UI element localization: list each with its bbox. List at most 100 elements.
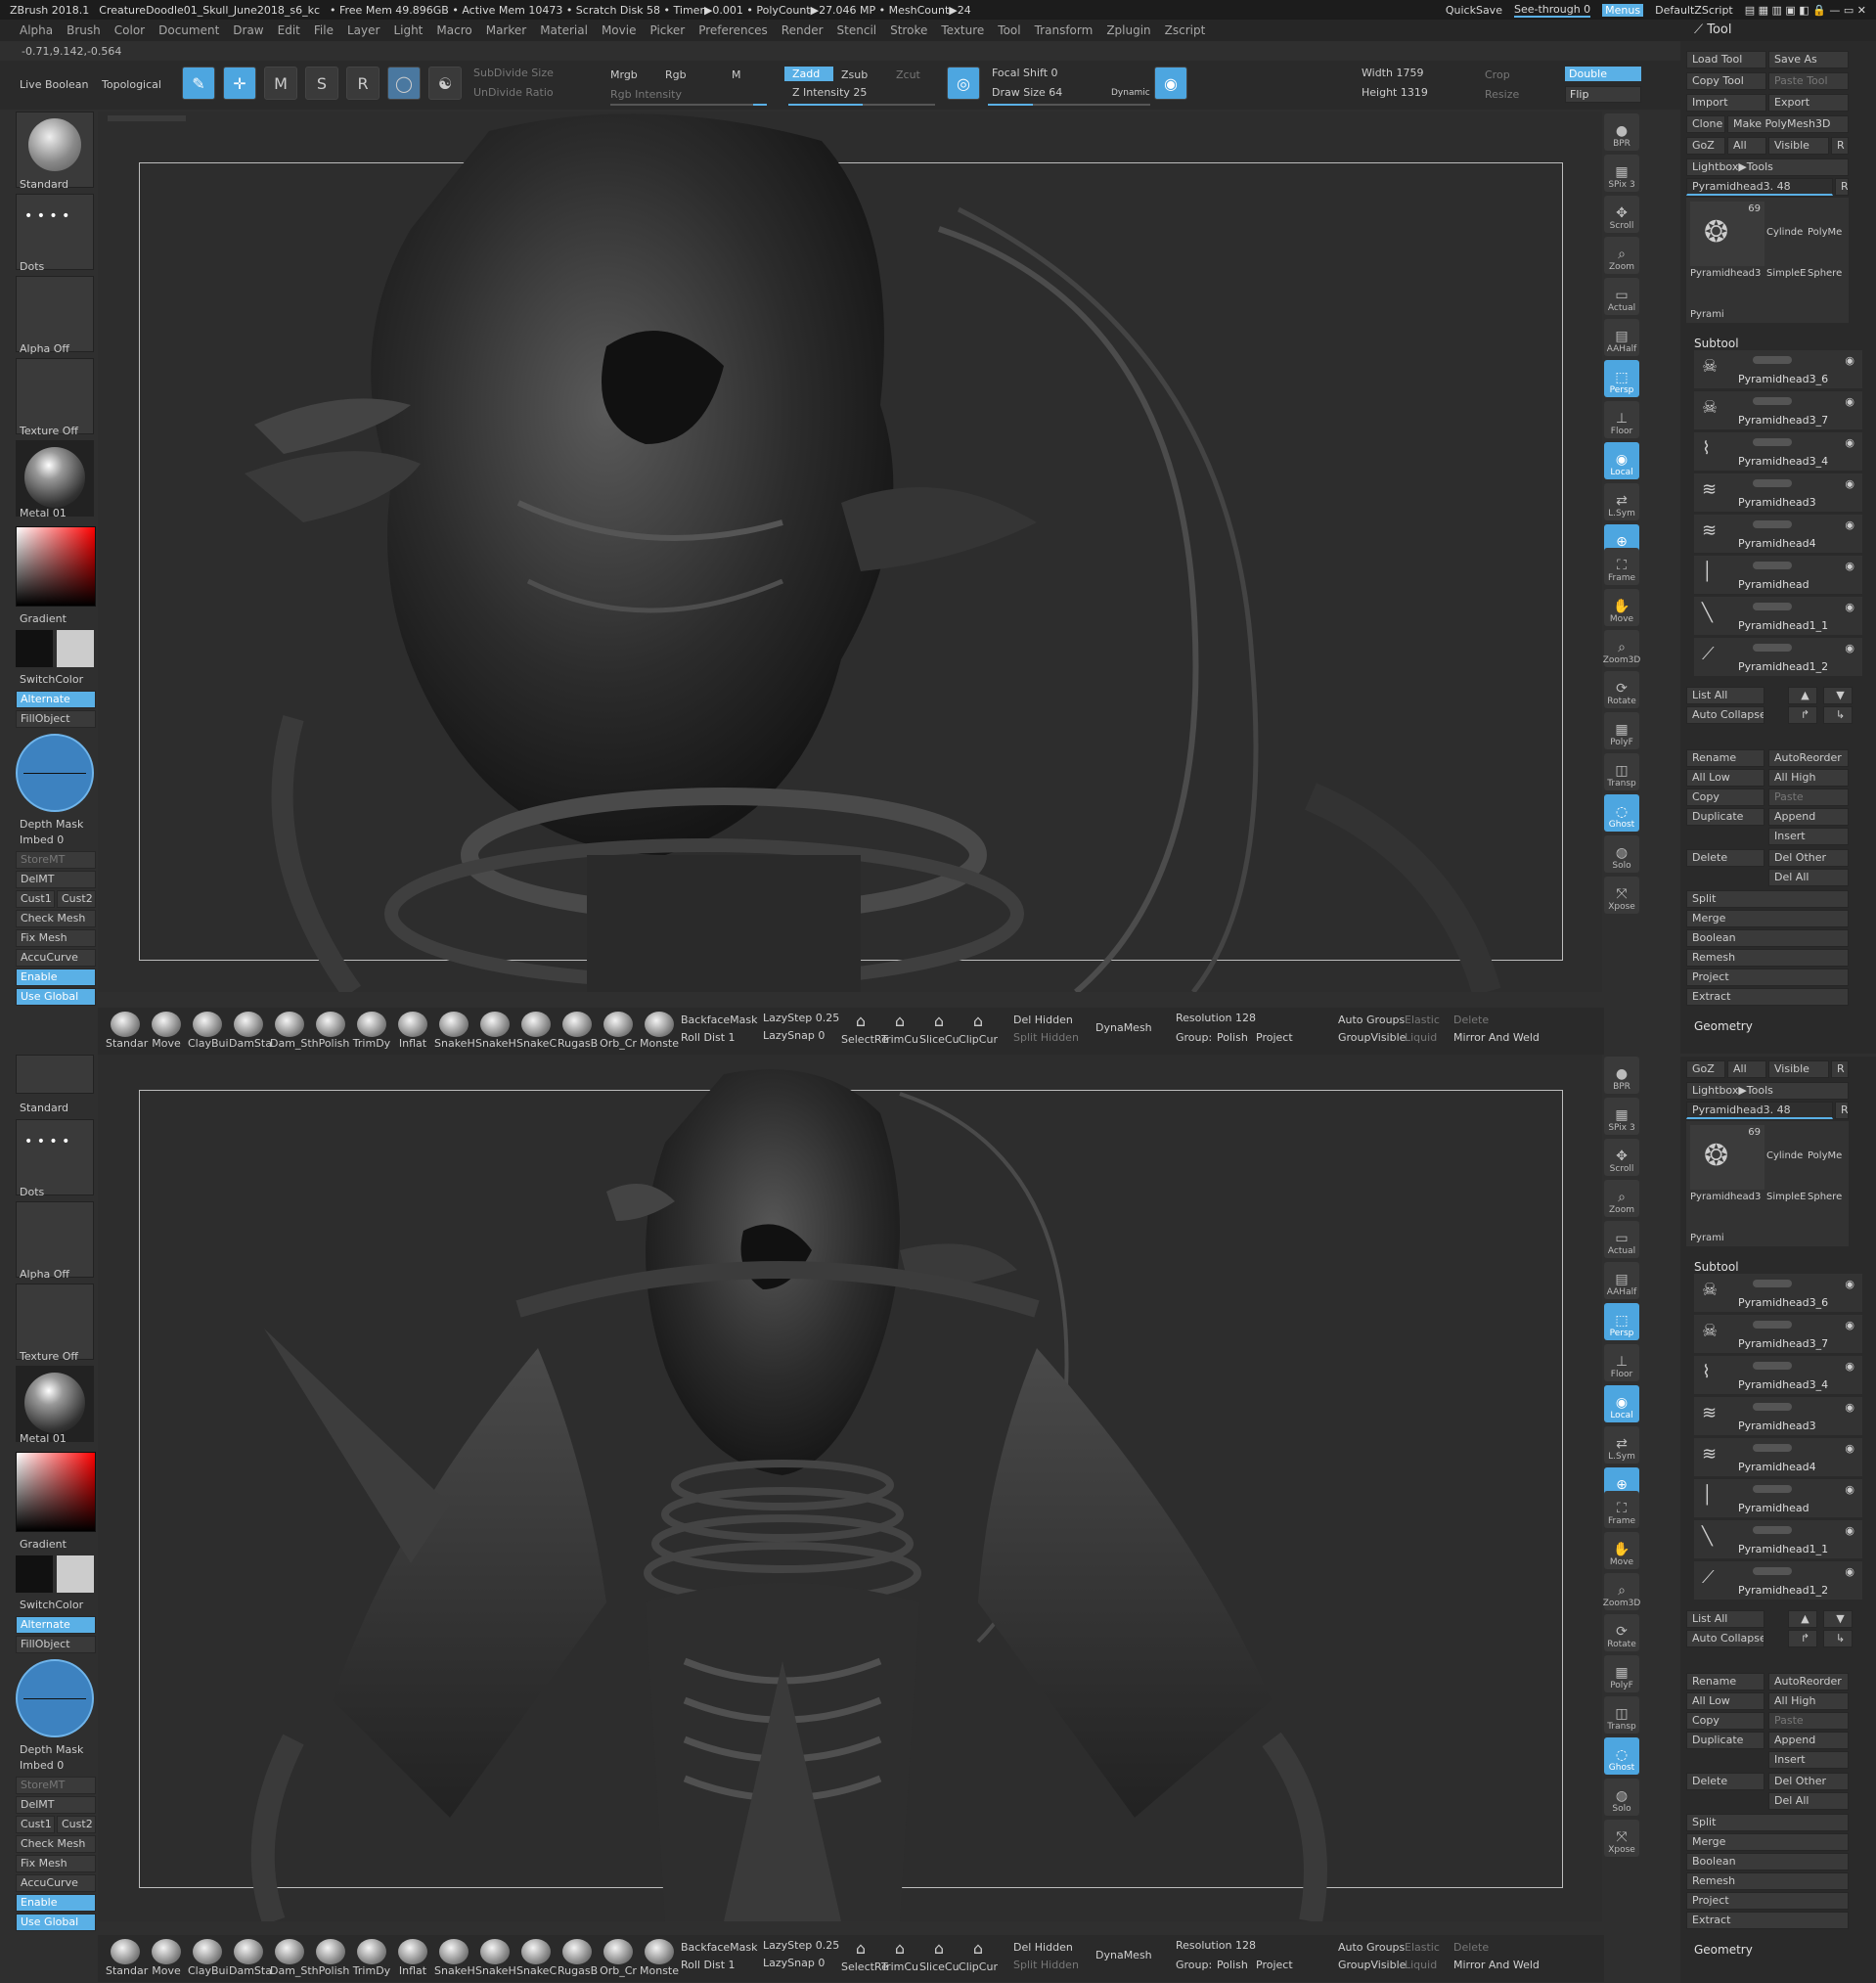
nav-spix3-2[interactable]: ▦ SPix 3 <box>1604 1098 1639 1135</box>
thumb-label-3[interactable]: SimpleE <box>1766 268 1806 279</box>
zsub-button[interactable]: Zsub <box>841 68 868 81</box>
del-hidden-button[interactable]: Del Hidden <box>1013 1014 1073 1026</box>
nav-zoom3d[interactable]: ⌕ Zoom3D <box>1603 630 1640 667</box>
focal-shift-slider[interactable]: Focal Shift 0 <box>992 67 1058 79</box>
subtool-row[interactable]: ╲ ◉ Pyramidhead1_1 <box>1694 1520 1862 1559</box>
subtool-row[interactable]: ⌇ ◉ Pyramidhead3_4 <box>1694 1356 1862 1395</box>
thumb-main[interactable]: 69 ❂ <box>1690 202 1764 266</box>
copy-tool-button[interactable]: Copy Tool <box>1686 72 1766 90</box>
eye-icon[interactable]: ◉ <box>1845 395 1854 408</box>
nav-xpose-2[interactable]: ⤧ Xpose <box>1604 1820 1639 1857</box>
cust2-button[interactable]: Cust2 <box>57 890 96 908</box>
brush-1[interactable]: Move <box>147 1012 186 1050</box>
remesh-button[interactable]: Remesh <box>1686 949 1849 967</box>
auto-groups-button-2[interactable]: Auto Groups <box>1338 1941 1405 1954</box>
brush-2-2[interactable]: ClayBui <box>188 1939 229 1977</box>
menu-brush[interactable]: Brush <box>67 23 101 37</box>
nav-aahalf-2[interactable]: ▤ AAHalf <box>1604 1262 1639 1299</box>
lightbox-tools-button-2[interactable]: Lightbox▶Tools <box>1686 1082 1849 1100</box>
brush-9-2[interactable]: SnakeH <box>475 1939 516 1977</box>
nav-floor[interactable]: ⊥ Floor <box>1604 401 1639 438</box>
curve-tool-0-2[interactable]: ⌂ SelectRe <box>841 1939 888 1973</box>
visible-button-2[interactable]: Visible <box>1768 1060 1829 1078</box>
material-tile[interactable] <box>16 440 94 517</box>
subtool-row[interactable]: ⟋ ◉ Pyramidhead1_2 <box>1694 638 1862 677</box>
subtool-arrow-icon[interactable]: ▼ <box>1823 1610 1853 1628</box>
nav-move-2[interactable]: ✋ Move <box>1604 1532 1639 1569</box>
subtool-arrow-icon[interactable]: ↳ <box>1823 706 1853 724</box>
subtool-header-2[interactable]: Subtool <box>1694 1260 1739 1274</box>
liquid-button-2[interactable]: Liquid <box>1405 1959 1437 1971</box>
nav-frame[interactable]: ⛶ Frame <box>1604 548 1639 585</box>
brush-7-2[interactable]: Inflat <box>393 1939 432 1977</box>
stroke-d-button[interactable]: ◉ <box>1154 67 1187 100</box>
fix-mesh-button[interactable]: Fix Mesh <box>16 929 96 947</box>
brush-5[interactable]: hPolish <box>311 1012 350 1050</box>
lazystep-slider[interactable]: LazyStep 0.25 <box>763 1012 839 1024</box>
nav-rotate-2[interactable]: ⟳ Rotate <box>1604 1614 1639 1651</box>
make-polymesh-button[interactable]: Make PolyMesh3D <box>1727 115 1849 133</box>
nav-floor-2[interactable]: ⊥ Floor <box>1604 1344 1639 1381</box>
nav-persp-2[interactable]: ⬚ Persp <box>1604 1303 1639 1340</box>
split-button[interactable]: Split <box>1686 890 1849 908</box>
nav-transp[interactable]: ◫ Transp <box>1604 753 1639 790</box>
mrgb-button[interactable]: Mrgb <box>610 68 638 81</box>
eye-icon[interactable]: ◉ <box>1845 477 1854 490</box>
eye-icon[interactable]: ◉ <box>1845 1278 1854 1290</box>
subtool-row[interactable]: ≋ ◉ Pyramidhead4 <box>1694 1438 1862 1477</box>
nav-persp[interactable]: ⬚ Persp <box>1604 360 1639 397</box>
yin-yang-button[interactable]: ☯ <box>428 67 462 100</box>
paste-tool-button[interactable]: Paste Tool <box>1768 72 1849 90</box>
curve-tool-3[interactable]: ⌂ ClipCur <box>959 1012 998 1046</box>
brush-12-2[interactable]: Orb_Cr <box>599 1939 638 1977</box>
merge-button[interactable]: Merge <box>1686 910 1849 927</box>
eye-icon[interactable]: ◉ <box>1845 560 1854 572</box>
menu-alpha[interactable]: Alpha <box>20 23 53 37</box>
nav-zoom[interactable]: ⌕ Zoom <box>1604 237 1639 274</box>
rename-button[interactable]: Rename <box>1686 749 1764 767</box>
menu-layer[interactable]: Layer <box>347 23 380 37</box>
curve-tool-3-2[interactable]: ⌂ ClipCur <box>959 1939 998 1973</box>
brush-8[interactable]: SnakeH <box>434 1012 475 1050</box>
zadd-button[interactable]: Zadd <box>784 67 833 81</box>
nav-solo-2[interactable]: ◍ Solo <box>1604 1779 1639 1816</box>
boolean-button-2[interactable]: Boolean <box>1686 1853 1849 1870</box>
delmt-button-2[interactable]: DelMT <box>16 1796 96 1814</box>
all-high-button-2[interactable]: All High <box>1768 1692 1849 1710</box>
curve-tool-1-2[interactable]: ⌂ TrimCu <box>880 1939 919 1973</box>
menu-marker[interactable]: Marker <box>486 23 526 37</box>
nav-xpose[interactable]: ⤧ Xpose <box>1604 877 1639 914</box>
del-all-button[interactable]: Del All <box>1768 869 1849 886</box>
autoreorder-button[interactable]: AutoReorder <box>1768 749 1849 767</box>
subtool-toggle[interactable] <box>1753 1280 1792 1287</box>
delete-curve-button-2[interactable]: Delete <box>1453 1941 1489 1954</box>
alpha-tile[interactable] <box>16 276 94 352</box>
viewport-bottom[interactable] <box>98 1055 1602 1921</box>
menu-draw[interactable]: Draw <box>233 23 263 37</box>
brush-13-2[interactable]: Monste <box>640 1939 679 1977</box>
mirror-weld-button-2[interactable]: Mirror And Weld <box>1453 1959 1540 1971</box>
window-controls[interactable]: ▤ ▦ ▥ ▣ ◧ 🔒 — ▭ ✕ <box>1745 4 1866 17</box>
scroll-indicator[interactable] <box>108 115 186 121</box>
fillobject-button-2[interactable]: FillObject <box>16 1636 96 1653</box>
flip-button[interactable]: Flip <box>1565 86 1641 103</box>
thumb-label-2[interactable]: PolyMe <box>1808 227 1842 238</box>
polish-button-2[interactable]: Polish <box>1217 1959 1248 1971</box>
stroke-dots-tile[interactable]: • • • • <box>16 194 94 270</box>
menu-material[interactable]: Material <box>540 23 588 37</box>
groupvisible-button[interactable]: GroupVisible <box>1338 1031 1406 1044</box>
brush-7[interactable]: Inflat <box>393 1012 432 1050</box>
m-button[interactable]: M <box>732 68 741 81</box>
nav-solo[interactable]: ◍ Solo <box>1604 835 1639 873</box>
r-button-2[interactable]: R <box>1831 1060 1849 1078</box>
thumb-label-4-2[interactable]: Sphere <box>1808 1192 1842 1202</box>
delmt-button[interactable]: DelMT <box>16 871 96 888</box>
project-button[interactable]: Project <box>1686 969 1849 986</box>
groupvisible-button-2[interactable]: GroupVisible <box>1338 1959 1406 1971</box>
nav-local-2[interactable]: ◉ Local <box>1604 1385 1639 1422</box>
resolution-slider-2[interactable]: Resolution 128 <box>1176 1939 1256 1952</box>
insert-button[interactable]: Insert <box>1768 828 1849 845</box>
storemt-button[interactable]: StoreMT <box>16 851 96 869</box>
project-button-2[interactable]: Project <box>1686 1892 1849 1910</box>
subtool-arrow-icon[interactable]: ↱ <box>1788 1630 1817 1647</box>
